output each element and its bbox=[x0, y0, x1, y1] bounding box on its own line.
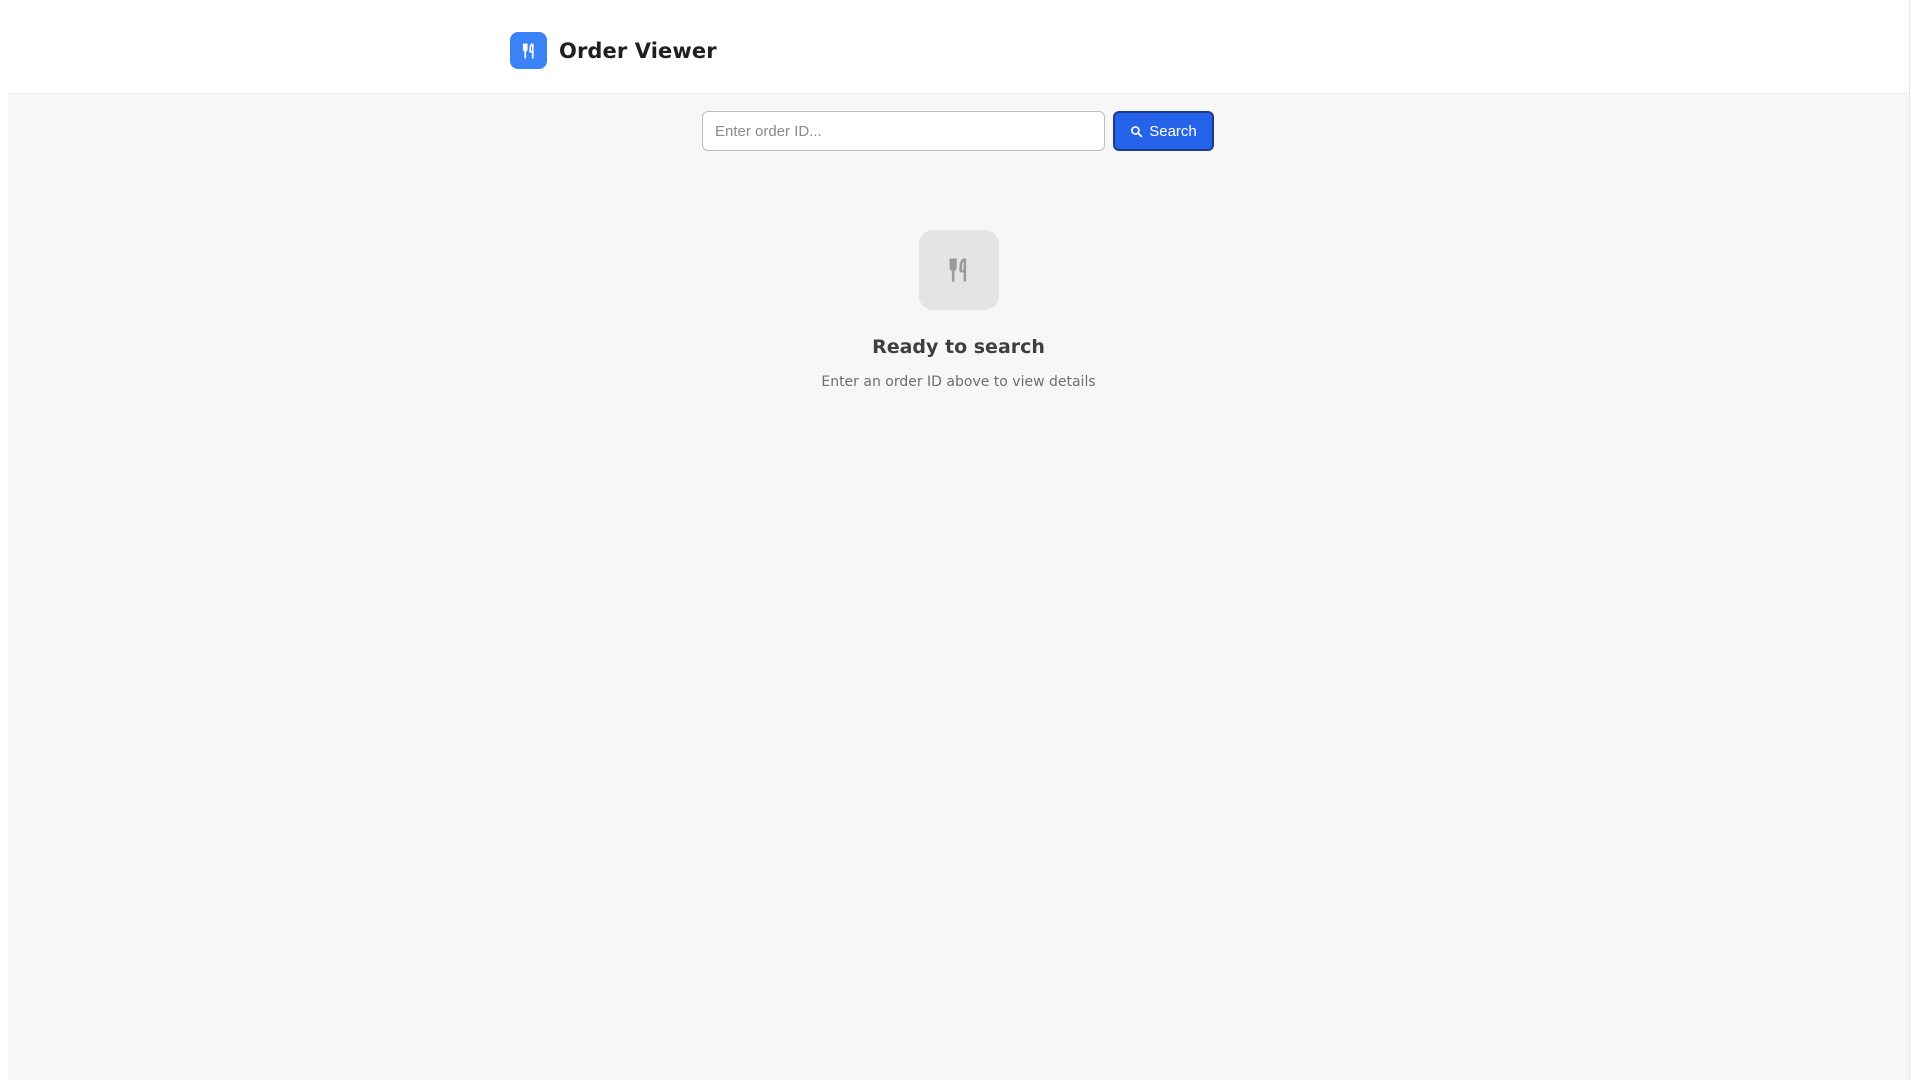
search-icon bbox=[1130, 125, 1143, 138]
utensils-icon bbox=[918, 230, 999, 310]
brand: Order Viewer bbox=[510, 32, 717, 69]
app-header: Order Viewer bbox=[8, 0, 1909, 94]
app-viewport: Order Viewer Search Ready to search Ente… bbox=[8, 0, 1909, 1080]
search-bar: Search bbox=[702, 111, 1214, 151]
search-button-label: Search bbox=[1149, 122, 1197, 140]
empty-state-title: Ready to search bbox=[872, 336, 1045, 358]
order-id-input[interactable] bbox=[702, 111, 1105, 151]
empty-state: Ready to search Enter an order ID above … bbox=[8, 230, 1909, 390]
empty-state-subtitle: Enter an order ID above to view details bbox=[821, 374, 1096, 390]
page-title: Order Viewer bbox=[559, 38, 717, 63]
scrollbar[interactable] bbox=[1909, 0, 1920, 1080]
search-button[interactable]: Search bbox=[1113, 111, 1214, 151]
utensils-icon bbox=[510, 32, 547, 69]
